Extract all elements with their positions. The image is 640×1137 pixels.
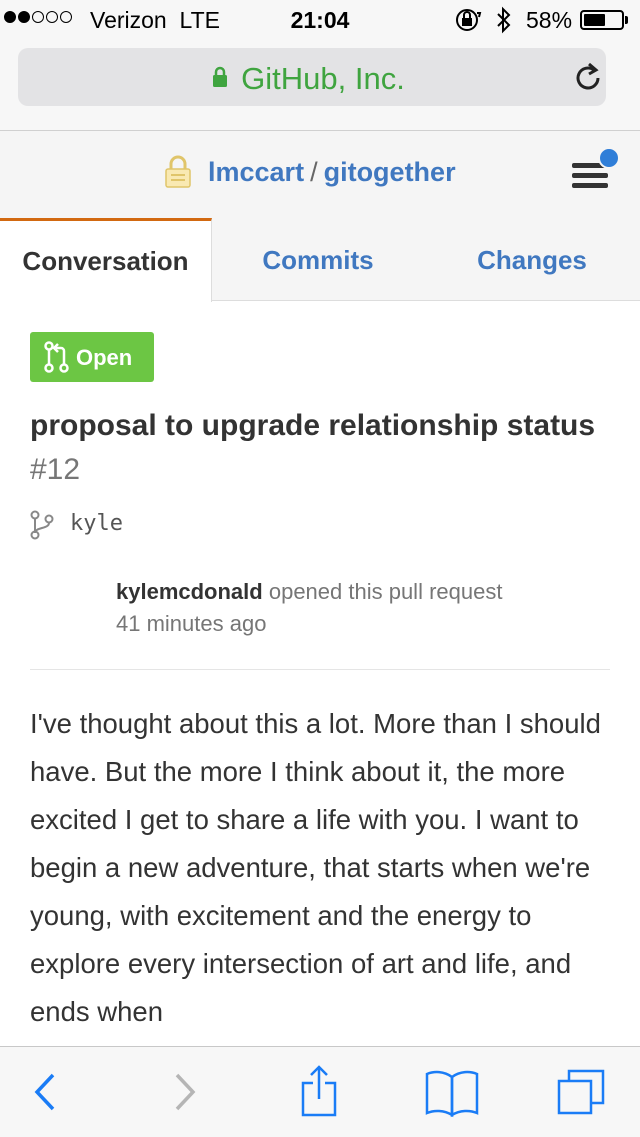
repo-owner-link[interactable]: lmccart <box>208 157 304 187</box>
author-link[interactable]: kylemcdonald <box>116 579 263 604</box>
share-button[interactable] <box>279 1047 359 1137</box>
branch-icon <box>30 510 54 540</box>
pr-title-text: proposal to upgrade relationship status <box>30 409 596 442</box>
pr-number: #12 <box>30 453 81 486</box>
tabs-icon <box>557 1069 605 1115</box>
pr-action-text: opened this pull request <box>268 579 503 604</box>
menu-button[interactable] <box>568 147 620 197</box>
divider <box>30 669 610 670</box>
timestamp: 41 minutes ago <box>116 611 267 636</box>
repo-name-link[interactable]: gitogether <box>324 157 456 187</box>
branch-name[interactable]: kyle <box>70 511 123 536</box>
tabs-button[interactable] <box>545 1047 625 1137</box>
repo-separator: / <box>310 157 318 187</box>
pr-body: I've thought about this a lot. More than… <box>30 708 601 1027</box>
repo-header: lmccart / gitogether <box>0 131 640 218</box>
address-bar[interactable]: GitHub, Inc. <box>18 48 606 106</box>
status-badge-label: Open <box>76 345 133 370</box>
battery-percentage: 58% <box>526 7 573 33</box>
status-badge: Open <box>30 332 154 382</box>
reload-icon[interactable] <box>574 62 604 94</box>
back-icon <box>34 1073 55 1111</box>
bluetooth-icon <box>497 6 511 34</box>
status-bar: Verizon LTE 21:04 58% <box>0 0 640 40</box>
browser-toolbar <box>0 1046 640 1137</box>
back-button[interactable] <box>3 1047 83 1137</box>
tab-conversation[interactable]: Conversation <box>0 218 212 302</box>
private-repo-lock-icon <box>165 155 191 188</box>
share-icon <box>301 1065 337 1117</box>
pr-tabs: Conversation Commits Changes <box>0 218 640 302</box>
forward-icon <box>175 1073 196 1111</box>
notification-dot <box>598 147 620 169</box>
rotation-lock-icon <box>456 9 482 31</box>
tab-commits[interactable]: Commits <box>212 218 424 301</box>
url-text: GitHub, Inc. <box>241 61 405 96</box>
browser-address-area: GitHub, Inc. <box>0 40 640 131</box>
battery-icon <box>580 10 624 30</box>
repo-title: lmccart / gitogether <box>208 157 456 188</box>
bookmarks-button[interactable] <box>412 1047 492 1137</box>
pr-title: proposal to upgrade relationship status … <box>30 404 610 492</box>
bookmarks-icon <box>425 1070 479 1118</box>
tab-changes[interactable]: Changes <box>424 218 640 301</box>
pr-meta: kylemcdonald opened this pull request 41… <box>116 576 596 640</box>
forward-button[interactable] <box>145 1047 225 1137</box>
pull-request-icon <box>44 341 69 373</box>
